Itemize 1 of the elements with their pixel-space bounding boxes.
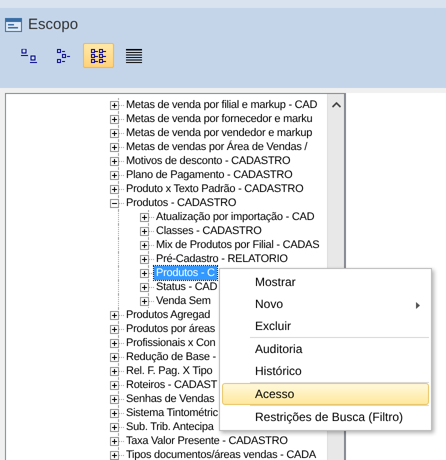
window-title: Escopo bbox=[28, 16, 78, 33]
